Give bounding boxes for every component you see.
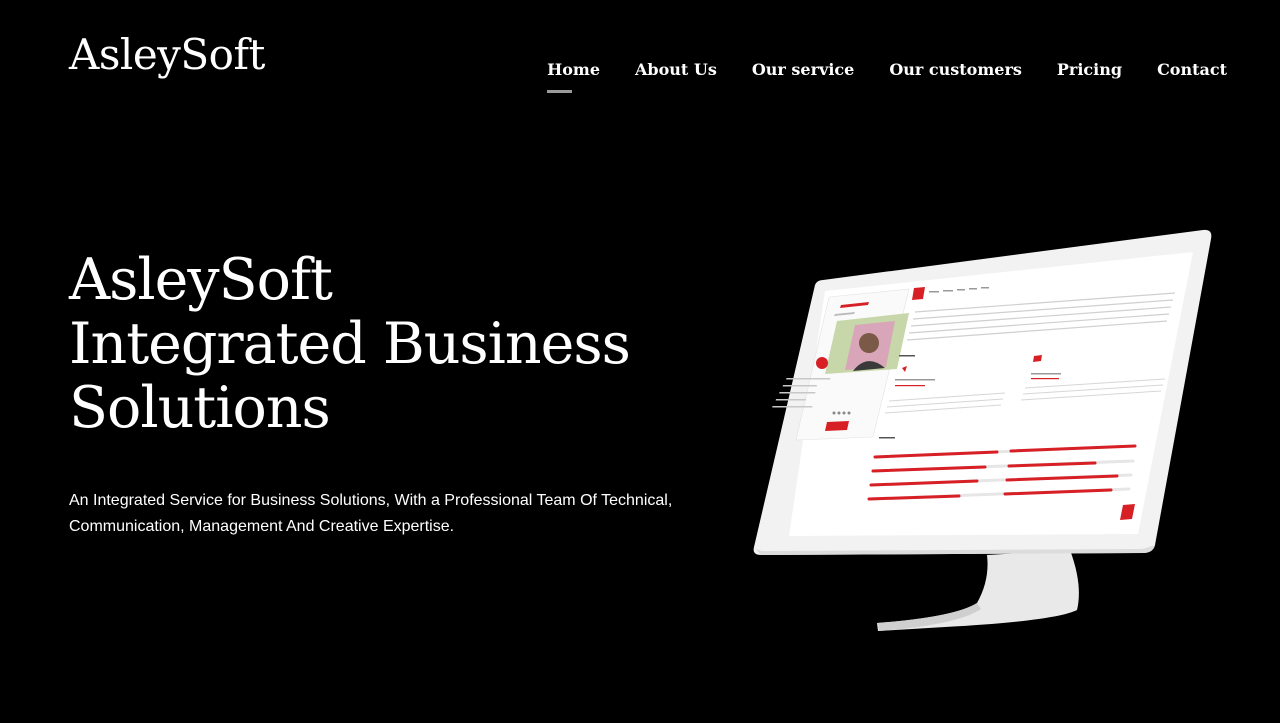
nav-home[interactable]: Home xyxy=(547,60,600,93)
nav-about-us[interactable]: About Us xyxy=(635,60,717,80)
hero-title-line-1: AsleySoft xyxy=(69,247,333,313)
nav-our-customers[interactable]: Our customers xyxy=(889,60,1022,80)
monitor-mockup-image xyxy=(753,229,1212,631)
hero-title-line-2: Integrated Business xyxy=(69,311,631,377)
main-nav: Home About Us Our service Our customers … xyxy=(512,60,1227,93)
hero-subtitle: An Integrated Service for Business Solut… xyxy=(69,492,673,535)
nav-our-service[interactable]: Our service xyxy=(752,60,854,80)
hero-title-line-3: Solutions xyxy=(69,375,331,441)
nav-contact[interactable]: Contact xyxy=(1157,60,1227,80)
nav-pricing[interactable]: Pricing xyxy=(1057,60,1122,80)
hero-title: AsleySoft Integrated Business Solutions xyxy=(69,248,689,440)
brand-logo[interactable]: AsleySoft xyxy=(69,30,265,79)
monitor-illustration xyxy=(745,225,1225,640)
